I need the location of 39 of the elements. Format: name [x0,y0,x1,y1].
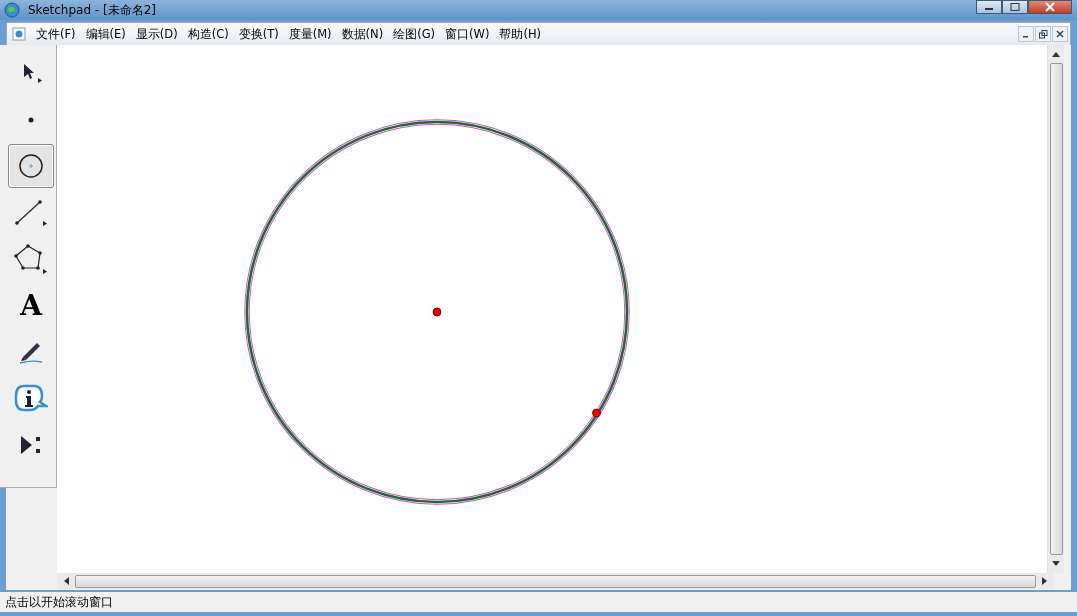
vertical-scrollbar[interactable] [1047,45,1064,573]
horizontal-scrollbar[interactable] [57,573,1054,589]
point-icon [28,116,34,123]
globe-icon [4,2,20,18]
menu-item[interactable]: 绘图(G) [389,26,442,42]
center-point[interactable] [432,307,442,317]
info-icon [14,383,48,414]
menu-item[interactable]: 显示(D) [131,26,184,42]
restore-button[interactable] [1035,26,1051,42]
scroll-thumb[interactable] [1049,63,1063,555]
close-icon [1056,30,1064,38]
text-tool[interactable]: A [8,283,54,328]
menu-item[interactable]: 构造(C) [183,26,235,42]
circle-icon [18,153,44,179]
menu-item[interactable]: 编辑(E) [81,26,132,42]
menu-item[interactable]: 窗口(W) [441,26,496,42]
close-icon [1045,2,1055,12]
up-arrow-icon [1052,51,1060,57]
menu-item[interactable]: 度量(M) [284,26,338,42]
maximize-icon [1010,3,1020,11]
menu-item[interactable]: 数据(N) [337,26,390,42]
scroll-thumb[interactable] [75,574,1036,588]
maximize-button[interactable] [1002,0,1028,14]
restore-icon [1038,29,1048,39]
menu-item[interactable]: 变换(T) [234,26,285,42]
close-button[interactable] [1028,0,1072,14]
minimize-button[interactable] [976,0,1002,14]
status-text: 点击以开始滚动窗口 [5,594,113,610]
polygon-icon [14,243,48,275]
document-icon [12,27,26,41]
menu-item[interactable]: 文件(F) [32,26,82,42]
segment-icon [14,197,48,228]
right-arrow-icon [1042,577,1048,585]
tool-button[interactable] [8,144,54,188]
left-arrow-icon [63,577,69,585]
down-arrow-icon [1052,561,1060,567]
menu-item[interactable]: 帮助(H) [495,26,548,42]
window-title: Sketchpad - [未命名2] [28,1,156,19]
radius-point[interactable] [592,408,601,418]
